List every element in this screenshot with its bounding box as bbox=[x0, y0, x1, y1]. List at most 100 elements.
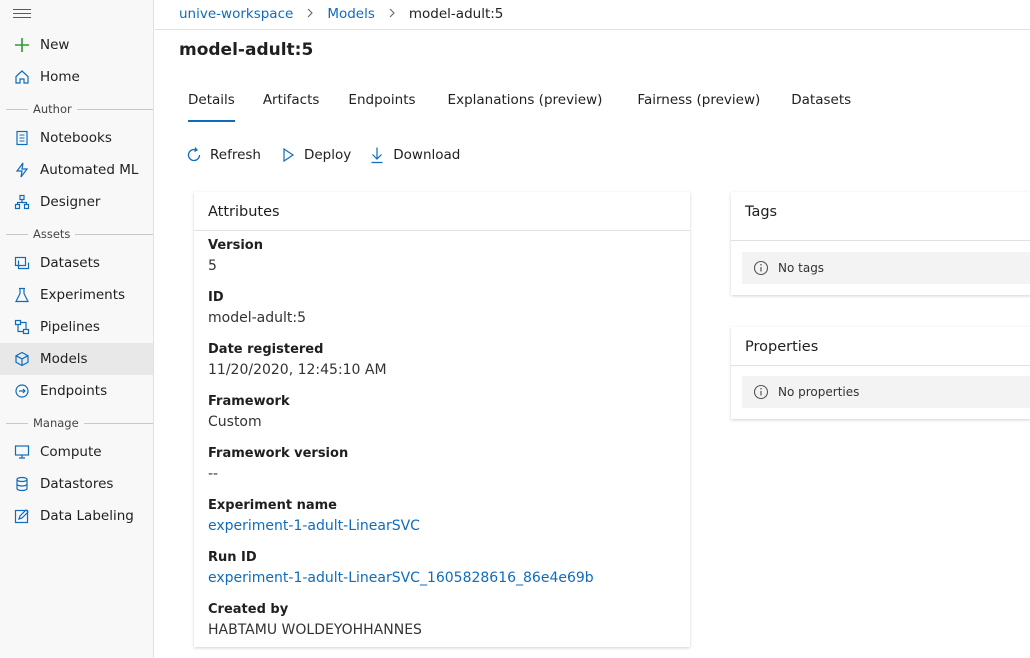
attribute-version: Version 5 bbox=[208, 238, 263, 274]
attribute-id: ID model-adult:5 bbox=[208, 290, 306, 326]
refresh-icon bbox=[185, 146, 203, 164]
sidebar-item-pipelines[interactable]: Pipelines bbox=[0, 311, 153, 343]
tab-artifacts[interactable]: Artifacts bbox=[263, 92, 320, 122]
no-tags-message: No tags bbox=[742, 252, 1030, 284]
sidebar-item-label: New bbox=[40, 37, 70, 53]
header-divider bbox=[155, 29, 1030, 30]
sidebar-item-models[interactable]: Models bbox=[0, 343, 153, 375]
tab-datasets[interactable]: Datasets bbox=[791, 92, 851, 122]
play-icon bbox=[279, 146, 297, 164]
sidebar-item-label: Experiments bbox=[40, 287, 126, 303]
tags-title: Tags bbox=[745, 204, 778, 220]
info-icon bbox=[753, 260, 769, 276]
database-icon bbox=[12, 474, 32, 494]
breadcrumb: unive-workspace Models model-adult:5 bbox=[179, 5, 503, 23]
breadcrumb-models-link[interactable]: Models bbox=[327, 6, 375, 22]
attribute-value: model-adult:5 bbox=[208, 310, 306, 326]
sidebar-item-home[interactable]: Home bbox=[0, 61, 153, 93]
breadcrumb-workspace-link[interactable]: unive-workspace bbox=[179, 6, 293, 22]
deploy-label: Deploy bbox=[303, 147, 352, 163]
attribute-label: Run ID bbox=[208, 550, 257, 565]
experiment-name-link[interactable]: experiment-1-adult-LinearSVC bbox=[208, 518, 420, 534]
pipelines-icon bbox=[12, 317, 32, 337]
sidebar-item-label: Automated ML bbox=[40, 162, 139, 178]
sidebar-item-label: Data Labeling bbox=[40, 508, 134, 524]
tags-card: Tags No tags bbox=[731, 192, 1030, 295]
sidebar-item-endpoints[interactable]: Endpoints bbox=[0, 375, 153, 407]
attribute-date-registered: Date registered 11/20/2020, 12:45:10 AM bbox=[208, 342, 387, 378]
sidebar-item-data-labeling[interactable]: Data Labeling bbox=[0, 500, 153, 532]
sidebar-item-label: Pipelines bbox=[40, 319, 100, 335]
sidebar-item-label: Datasets bbox=[40, 255, 100, 271]
attribute-value: 11/20/2020, 12:45:10 AM bbox=[208, 362, 387, 378]
tab-explanations[interactable]: Explanations (preview) bbox=[448, 92, 603, 122]
notebook-icon bbox=[12, 128, 32, 148]
download-button[interactable]: Download bbox=[368, 144, 460, 166]
chevron-right-icon bbox=[306, 8, 314, 21]
sidebar-item-datasets[interactable]: Datasets bbox=[0, 247, 153, 279]
tab-endpoints[interactable]: Endpoints bbox=[348, 92, 415, 122]
attributes-card: Attributes Version 5 ID model-adult:5 Da… bbox=[194, 192, 690, 647]
properties-card: Properties No properties bbox=[731, 327, 1030, 419]
attribute-label: Framework bbox=[208, 394, 290, 409]
run-id-link[interactable]: experiment-1-adult-LinearSVC_1605828616_… bbox=[208, 570, 594, 586]
section-label-manage: Manage bbox=[0, 416, 153, 430]
home-icon bbox=[12, 67, 32, 87]
designer-icon bbox=[12, 192, 32, 212]
automated-ml-icon bbox=[12, 160, 32, 180]
left-nav-sidebar: New Home Author Notebooks Automated ML D… bbox=[0, 0, 154, 658]
endpoints-icon bbox=[12, 381, 32, 401]
plus-icon bbox=[12, 35, 32, 55]
attribute-created-by: Created by HABTAMU WOLDEYOHHANNES bbox=[208, 602, 422, 638]
refresh-button[interactable]: Refresh bbox=[185, 144, 261, 166]
attribute-label: Framework version bbox=[208, 446, 349, 461]
download-label: Download bbox=[393, 147, 461, 163]
attribute-label: Version bbox=[208, 238, 263, 253]
properties-title: Properties bbox=[745, 339, 819, 355]
command-bar: Refresh Deploy Download bbox=[185, 144, 460, 166]
attribute-framework-version: Framework version -- bbox=[208, 446, 348, 482]
attribute-value: 5 bbox=[208, 258, 217, 274]
monitor-icon bbox=[12, 442, 32, 462]
sidebar-item-datastores[interactable]: Datastores bbox=[0, 468, 153, 500]
edit-icon bbox=[12, 506, 32, 526]
section-label-author: Author bbox=[0, 102, 153, 116]
main-content: unive-workspace Models model-adult:5 mod… bbox=[155, 0, 1030, 658]
deploy-button[interactable]: Deploy bbox=[279, 144, 351, 166]
sidebar-item-label: Designer bbox=[40, 194, 101, 210]
tab-fairness[interactable]: Fairness (preview) bbox=[637, 92, 760, 122]
attribute-framework: Framework Custom bbox=[208, 394, 290, 430]
sidebar-item-label: Models bbox=[40, 351, 88, 367]
attribute-label: ID bbox=[208, 290, 224, 305]
sidebar-item-label: Home bbox=[40, 69, 80, 85]
breadcrumb-current: model-adult:5 bbox=[408, 6, 504, 22]
sidebar-item-new[interactable]: New bbox=[0, 29, 153, 61]
attribute-run-id: Run ID experiment-1-adult-LinearSVC_1605… bbox=[208, 550, 594, 586]
cube-icon bbox=[12, 349, 32, 369]
sidebar-item-notebooks[interactable]: Notebooks bbox=[0, 122, 153, 154]
sidebar-item-experiments[interactable]: Experiments bbox=[0, 279, 153, 311]
attribute-value: -- bbox=[208, 466, 219, 482]
attribute-label: Date registered bbox=[208, 342, 324, 357]
sidebar-item-designer[interactable]: Designer bbox=[0, 186, 153, 218]
flask-icon bbox=[12, 285, 32, 305]
sidebar-item-automated-ml[interactable]: Automated ML bbox=[0, 154, 153, 186]
tab-details[interactable]: Details bbox=[188, 92, 235, 122]
refresh-label: Refresh bbox=[210, 147, 261, 163]
attribute-value: HABTAMU WOLDEYOHHANNES bbox=[208, 622, 422, 638]
download-icon bbox=[368, 146, 386, 164]
attribute-label: Experiment name bbox=[208, 498, 338, 513]
sidebar-item-label: Endpoints bbox=[40, 383, 108, 399]
attributes-title: Attributes bbox=[208, 204, 280, 220]
sidebar-item-compute[interactable]: Compute bbox=[0, 436, 153, 468]
page-title: model-adult:5 bbox=[179, 40, 314, 60]
attribute-label: Created by bbox=[208, 602, 289, 617]
hamburger-menu-icon[interactable] bbox=[13, 6, 31, 20]
sidebar-item-label: Datastores bbox=[40, 476, 114, 492]
sidebar-item-label: Notebooks bbox=[40, 130, 112, 146]
section-label-assets: Assets bbox=[0, 227, 153, 241]
info-icon bbox=[753, 384, 769, 400]
no-properties-message: No properties bbox=[742, 376, 1030, 408]
datasets-icon bbox=[12, 253, 32, 273]
chevron-right-icon bbox=[388, 8, 396, 21]
